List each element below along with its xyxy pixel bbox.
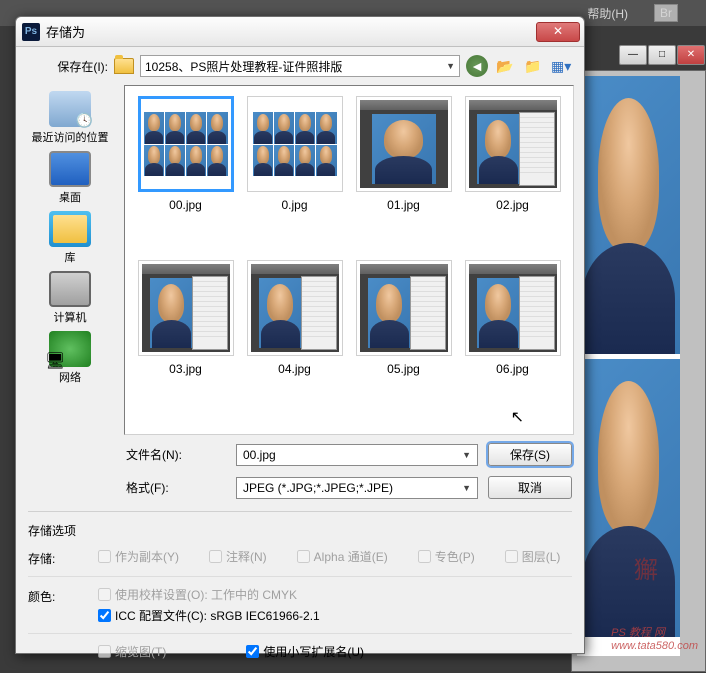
places-sidebar: 最近访问的位置 桌面 库 计算机 网络 <box>26 85 114 435</box>
chk-lowercase-ext[interactable]: 使用小写扩展名(U) <box>246 643 364 660</box>
nav-back-icon[interactable]: ◄ <box>466 55 488 77</box>
file-item[interactable]: 0.jpg <box>244 96 345 256</box>
save-as-dialog: Ps 存储为 ✕ 保存在(I): 10258、PS照片处理教程-证件照排版▼ ◄… <box>15 16 585 654</box>
sidebar-item-computer[interactable]: 计算机 <box>47 269 93 327</box>
save-button[interactable]: 保存(S) <box>488 443 572 466</box>
location-label: 保存在(I): <box>28 58 108 75</box>
file-name-label: 02.jpg <box>462 198 563 212</box>
file-item[interactable]: 03.jpg <box>135 260 236 420</box>
chk-as-copy: 作为副本(Y) <box>98 548 179 565</box>
file-list[interactable]: 00.jpg 0.jpg 01.jpg 02.jpg 03.jpg 04.jpg 05.jp… <box>124 85 574 435</box>
doc-maximize-button[interactable]: □ <box>648 45 676 65</box>
format-label: 格式(F): <box>126 479 226 496</box>
cancel-button[interactable]: 取消 <box>488 476 572 499</box>
format-combobox[interactable]: JPEG (*.JPG;*.JPEG;*.JPE)▼ <box>236 477 478 499</box>
chk-proof: 使用校样设置(O): 工作中的 CMYK <box>98 586 572 603</box>
file-name-label: 05.jpg <box>353 362 454 376</box>
sidebar-item-library[interactable]: 库 <box>47 209 93 267</box>
file-name-label: 06.jpg <box>462 362 563 376</box>
chk-spot: 专色(P) <box>418 548 475 565</box>
filename-label: 文件名(N): <box>126 446 226 463</box>
menu-help[interactable]: 帮助(H) <box>587 5 628 22</box>
folder-icon <box>114 58 134 74</box>
view-menu-icon[interactable]: ▦▾ <box>550 55 572 77</box>
options-heading: 存储选项 <box>28 522 572 539</box>
dialog-title: 存储为 <box>46 22 536 41</box>
file-item[interactable]: 06.jpg <box>462 260 563 420</box>
new-folder-icon[interactable]: 📁 <box>522 55 544 77</box>
watermark-seal: 獬 <box>626 552 666 592</box>
chk-notes: 注释(N) <box>209 548 267 565</box>
file-name-label: 03.jpg <box>135 362 236 376</box>
file-item[interactable]: 01.jpg <box>353 96 454 256</box>
chk-alpha: Alpha 通道(E) <box>297 548 388 565</box>
canvas-photo-1 <box>577 76 680 354</box>
file-item[interactable]: 05.jpg <box>353 260 454 420</box>
chk-thumbnail: 缩览图(T) <box>98 643 166 660</box>
color-label: 颜色: <box>28 586 86 605</box>
filename-input[interactable]: 00.jpg▼ <box>236 444 478 466</box>
file-item[interactable]: 02.jpg <box>462 96 563 256</box>
chk-icc[interactable]: ICC 配置文件(C): sRGB IEC61966-2.1 <box>98 607 572 624</box>
file-item[interactable]: 04.jpg <box>244 260 345 420</box>
file-name-label: 01.jpg <box>353 198 454 212</box>
watermark-text: PS 教程 网 www.tata580.com <box>611 624 698 652</box>
sidebar-item-recent[interactable]: 最近访问的位置 <box>30 89 111 147</box>
file-name-label: 0.jpg <box>244 198 345 212</box>
bridge-button[interactable]: Br <box>654 4 678 22</box>
file-item[interactable]: 00.jpg <box>135 96 236 256</box>
dialog-titlebar[interactable]: Ps 存储为 ✕ <box>16 17 584 47</box>
chk-layers: 图层(L) <box>505 548 561 565</box>
file-name-label: 00.jpg <box>135 198 236 212</box>
file-name-label: 04.jpg <box>244 362 345 376</box>
location-combobox[interactable]: 10258、PS照片处理教程-证件照排版▼ <box>140 55 460 77</box>
sidebar-item-network[interactable]: 网络 <box>47 329 93 387</box>
nav-up-icon[interactable]: 📂 <box>494 55 516 77</box>
photoshop-icon: Ps <box>22 23 40 41</box>
canvas-photo-2 <box>577 359 680 637</box>
doc-minimize-button[interactable]: — <box>619 45 647 65</box>
dialog-close-button[interactable]: ✕ <box>536 22 580 42</box>
doc-close-button[interactable]: ✕ <box>677 45 705 65</box>
sidebar-item-desktop[interactable]: 桌面 <box>47 149 93 207</box>
storage-label: 存储: <box>28 548 86 567</box>
